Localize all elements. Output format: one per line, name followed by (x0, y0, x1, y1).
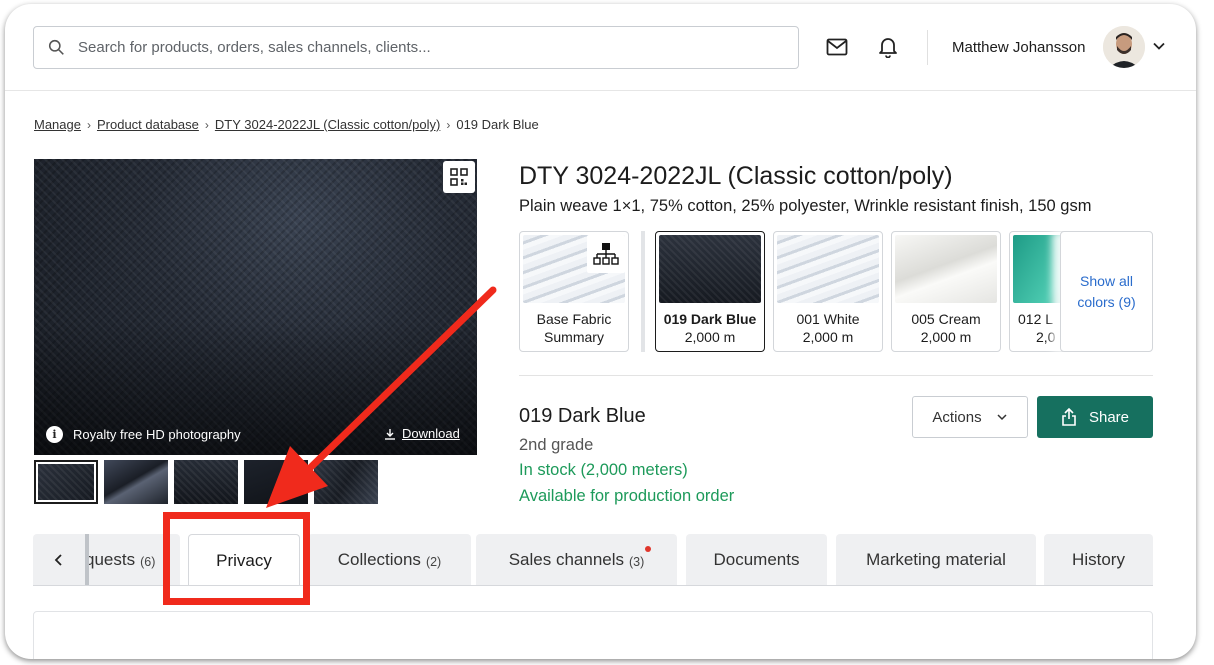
photo-info: i Royalty free HD photography (46, 426, 241, 443)
info-icon: i (46, 426, 63, 443)
product-subtitle: Plain weave 1×1, 75% cotton, 25% polyest… (519, 197, 1092, 215)
highlight-box (163, 512, 310, 605)
swatch-name: 001 White (796, 311, 860, 327)
tab-marketing-material[interactable]: Marketing material (836, 534, 1036, 586)
tab-label: Collections (337, 550, 421, 569)
mail-icon[interactable] (825, 35, 849, 59)
swatch-divider (641, 231, 645, 352)
thumbnail[interactable] (34, 460, 98, 504)
swatch-detail: 2,000 m (684, 329, 736, 345)
swatch-name: 005 Cream (911, 311, 981, 327)
actions-label: Actions (932, 408, 982, 426)
variant-name: 019 Dark Blue (519, 405, 646, 427)
chevron-left-icon (54, 554, 62, 566)
stock-status: In stock (2,000 meters) (519, 461, 688, 479)
show-all-colors-button[interactable]: Show all colors (9) (1060, 231, 1153, 352)
section-divider (519, 375, 1153, 376)
breadcrumb-manage[interactable]: Manage (34, 117, 81, 132)
chevron-right-icon: › (204, 117, 209, 132)
search-icon (48, 39, 64, 55)
search-bar[interactable] (33, 26, 799, 69)
thumbnail[interactable] (174, 460, 238, 504)
swatch-detail: 2,000 m (920, 329, 972, 345)
tab-label: quests (85, 550, 136, 569)
tab-label: Documents (713, 550, 800, 569)
download-label: Download (402, 426, 460, 441)
swatch-019-dark-blue[interactable]: 019 Dark Blue 2,000 m (655, 231, 765, 352)
chevron-down-icon[interactable] (1152, 39, 1166, 58)
variant-grade: 2nd grade (519, 436, 594, 454)
tab-count: (2) (425, 554, 442, 569)
chevron-right-icon: › (86, 117, 91, 132)
actions-button[interactable]: Actions (912, 396, 1028, 438)
photo-info-text: Royalty free HD photography (73, 427, 241, 442)
swatch-name: 019 Dark Blue (663, 311, 757, 327)
tab-label: Marketing material (866, 550, 1006, 569)
download-icon (385, 428, 395, 440)
thumbnail[interactable] (314, 460, 378, 504)
tab-count: (6) (140, 554, 156, 569)
search-input[interactable] (78, 39, 758, 56)
thumbnail[interactable] (104, 460, 168, 504)
availability-status: Available for production order (519, 487, 735, 505)
breadcrumb: Manage › Product database › DTY 3024-202… (34, 117, 539, 132)
tab-count: (3) (629, 554, 645, 569)
thumbnail-strip (34, 460, 378, 504)
header-divider-line (5, 90, 1196, 91)
share-button[interactable]: Share (1037, 396, 1153, 438)
notification-dot (645, 546, 651, 552)
chevron-down-icon (997, 414, 1007, 421)
product-title: DTY 3024-2022JL (Classic cotton/poly) (519, 162, 953, 190)
color-swatches: Base Fabric Summary 019 Dark Blue 2,000 m … (519, 231, 1153, 352)
tab-label: History (1072, 550, 1125, 569)
tab-scroll-left-button[interactable] (33, 534, 89, 586)
tab-history[interactable]: History (1044, 534, 1153, 586)
thumbnail[interactable] (244, 460, 308, 504)
swatch-001-white[interactable]: 001 White 2,000 m (773, 231, 883, 352)
share-label: Share (1088, 408, 1130, 426)
breadcrumb-product[interactable]: DTY 3024-2022JL (Classic cotton/poly) (215, 117, 440, 132)
user-name[interactable]: Matthew Johansson (952, 39, 1085, 56)
tab-sales-channels[interactable]: Sales channels (3) (476, 534, 677, 586)
avatar[interactable] (1103, 26, 1145, 68)
bell-icon[interactable] (876, 35, 900, 59)
tab-documents[interactable]: Documents (686, 534, 827, 586)
show-all-line1: Show all (1080, 272, 1133, 289)
qr-code-icon[interactable] (443, 161, 475, 193)
breadcrumb-current: 019 Dark Blue (456, 117, 539, 132)
share-icon (1062, 408, 1076, 426)
swatch-005-cream[interactable]: 005 Cream 2,000 m (891, 231, 1001, 352)
chevron-right-icon: › (446, 117, 451, 132)
tab-content-panel (33, 611, 1153, 659)
tab-label: Sales channels (508, 550, 625, 569)
show-all-line2: colors (9) (1077, 293, 1136, 310)
swatch-name: Base Fabric (536, 311, 612, 327)
download-link[interactable]: Download (384, 426, 460, 441)
tab-collections[interactable]: Collections (2) (308, 534, 471, 586)
header-divider (927, 30, 928, 65)
swatch-detail: 2,000 m (802, 329, 854, 345)
breadcrumb-product-database[interactable]: Product database (97, 117, 199, 132)
hierarchy-icon (587, 235, 625, 273)
product-main-image[interactable] (34, 159, 477, 455)
swatch-base-fabric[interactable]: Base Fabric Summary (519, 231, 629, 352)
swatch-detail: Summary (544, 329, 604, 345)
